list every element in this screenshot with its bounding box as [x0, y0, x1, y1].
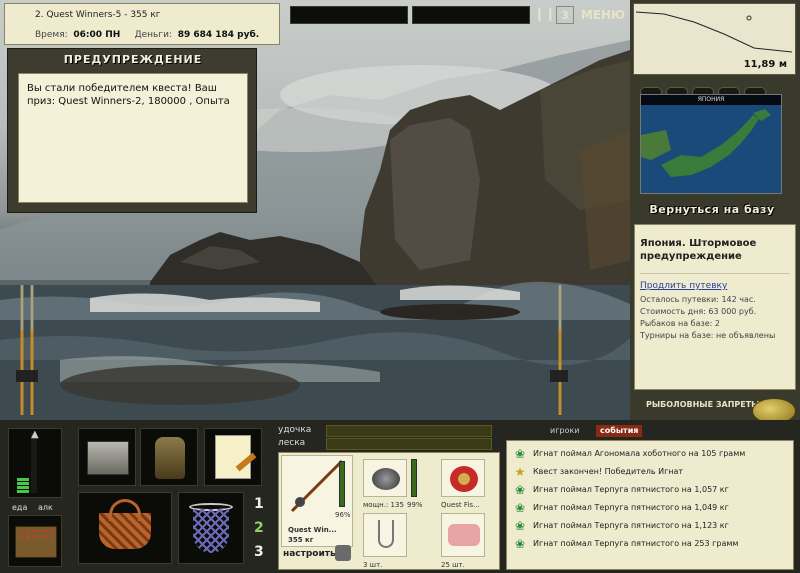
wrench-icon[interactable] — [335, 545, 351, 561]
bait-count: 25 шт. — [441, 561, 465, 569]
depth-value: 11,89 м — [743, 59, 787, 70]
tournaments-status: Турниры на базе: не объявлены — [640, 331, 776, 340]
map-header: ЯПОНИЯ — [641, 95, 781, 105]
list-item: ❀ Игнат поймал Агономала хоботного на 10… — [513, 445, 793, 463]
event-text: Игнат поймал Терпуга пятнистого на 1,049… — [533, 503, 729, 512]
reel-power: мощн.: 135 — [363, 501, 404, 509]
tackle-box-icon[interactable] — [78, 428, 136, 486]
events-tabs: игроки события — [506, 425, 646, 437]
bait-icon — [448, 524, 480, 546]
divider — [640, 273, 790, 274]
reel-icon — [372, 468, 400, 490]
energy-track — [31, 433, 37, 493]
game-screen: { "header": { "quest_line": "2. Quest Wi… — [0, 0, 800, 573]
warning-dialog: ПРЕДУПРЕЖДЕНИЕ Вы стали победителем квес… — [7, 48, 257, 213]
reel-percent: 99% — [407, 501, 423, 509]
rod-label: удочка — [278, 425, 312, 435]
rod-wear-bar — [339, 461, 345, 507]
tab-players[interactable]: игроки — [546, 425, 583, 437]
status-info-box: 2. Quest Winners-5 - 355 кг Время: 06:00… — [4, 3, 280, 45]
butterfly-icon: ❀ — [514, 519, 526, 533]
line-name: Quest Fis... — [441, 501, 480, 509]
rod-slot-3[interactable]: 3 — [254, 544, 264, 560]
alcohol-label[interactable]: алк — [38, 503, 53, 512]
list-item: ❀ Игнат поймал Терпуга пятнистого на 1,0… — [513, 481, 793, 499]
butterfly-icon: ❀ — [514, 447, 526, 461]
top-slot-1 — [290, 6, 408, 24]
event-text: Игнат поймал Терпуга пятнистого на 1,123… — [533, 521, 729, 530]
star-icon: ★ — [514, 465, 526, 479]
depth-gauge: 11,89 м — [633, 3, 796, 75]
rod-name: Quest Win... — [288, 526, 337, 534]
anglers-count: Рыбаков на базе: 2 — [640, 319, 720, 328]
top-slot-2 — [412, 6, 530, 24]
location-map[interactable]: ЯПОНИЯ — [640, 94, 782, 194]
line-label: леска — [278, 438, 306, 448]
rod-slot-1[interactable]: 1 — [254, 496, 264, 512]
arrow-up-icon: ▲ — [31, 429, 39, 440]
location-info: Япония. Штормовое предупреждение Продлит… — [634, 224, 796, 390]
event-text: Игнат поймал Терпуга пятнистого на 253 г… — [533, 539, 739, 548]
day-cost: Стоимость дня: 63 000 руб. — [640, 307, 757, 316]
notepad-icon[interactable] — [204, 428, 262, 486]
basket-icon[interactable] — [78, 492, 172, 564]
location-name: Япония. Штормовое предупреждение — [640, 238, 757, 262]
event-text: Игнат поймал Агономала хоботного на 105 … — [533, 449, 746, 458]
reel-wear-bar — [411, 459, 417, 497]
rod-number-button[interactable]: 3 — [556, 6, 574, 24]
trip-left: Осталось путевки: 142 час. — [640, 295, 756, 304]
list-item: ❀ Игнат поймал Терпуга пятнистого на 1,1… — [513, 517, 793, 535]
events-list: ❀ Игнат поймал Агономала хоботного на 10… — [506, 440, 794, 570]
hook-count: 3 шт. — [363, 561, 383, 569]
butterfly-icon: ❀ — [514, 483, 526, 497]
money-value: 89 684 184 руб. — [177, 30, 260, 40]
butterfly-icon: ❀ — [514, 501, 526, 515]
extend-trip-link[interactable]: Продлить путевку — [640, 281, 727, 291]
event-text: Квест закончен! Победитель Игнат — [533, 467, 684, 476]
setup-button[interactable]: настроить — [283, 549, 336, 559]
line-tension-bar — [326, 438, 492, 450]
top-bar: ❙❙ 3 МЕНЮ — [290, 4, 628, 26]
energy-level — [17, 477, 29, 493]
hook-icon — [378, 520, 394, 548]
backpack-icon[interactable] — [140, 428, 198, 486]
food-box-icon[interactable] — [8, 515, 62, 567]
tab-events[interactable]: события — [596, 425, 643, 437]
rod-weight: 355 кг — [288, 536, 314, 544]
rod-tension-row: удочка — [278, 425, 492, 437]
line-spool-icon — [450, 466, 478, 492]
return-to-base-button[interactable]: Вернуться на базу — [636, 200, 788, 220]
butterfly-icon: ❀ — [514, 537, 526, 551]
line-slot[interactable] — [441, 459, 485, 497]
list-item: ❀ Игнат поймал Терпуга пятнистого на 253… — [513, 535, 793, 553]
rod-tension-bar — [326, 425, 492, 437]
warning-message: Вы стали победителем квеста! Ваш приз: Q… — [18, 73, 248, 203]
hook-slot[interactable] — [363, 513, 407, 557]
fishing-bans-button[interactable]: РЫБОЛОВНЫЕ ЗАПРЕТЫ — [646, 400, 759, 409]
rod-slot-2[interactable]: 2 — [254, 520, 264, 536]
time-value: 06:00 ПН — [73, 30, 121, 40]
warning-title: ПРЕДУПРЕЖДЕНИЕ — [63, 53, 203, 66]
menu-button[interactable]: МЕНЮ — [578, 6, 628, 24]
keepnet-icon[interactable] — [178, 492, 244, 564]
rod-percent: 96% — [335, 511, 351, 519]
list-item: ❀ Игнат поймал Терпуга пятнистого на 1,0… — [513, 499, 793, 517]
money-label: Деньги: — [134, 30, 172, 40]
list-item: ★ Квест закончен! Победитель Игнат — [513, 463, 793, 481]
tackle-panel: Quest Win... 355 кг 96% мощн.: 135 99% Q… — [278, 452, 500, 570]
quest-line: 2. Quest Winners-5 - 355 кг — [35, 10, 161, 20]
event-text: Игнат поймал Терпуга пятнистого на 1,057… — [533, 485, 729, 494]
time-label: Время: — [35, 30, 68, 40]
japan-map-icon — [641, 105, 781, 193]
bait-slot[interactable] — [441, 513, 485, 557]
time-money-line: Время: 06:00 ПН Деньги: 89 684 184 руб. — [35, 30, 259, 40]
energy-meter: ▲ — [8, 428, 62, 498]
reel-slot[interactable] — [363, 459, 407, 497]
pause-icon[interactable]: ❙❙ — [534, 6, 556, 24]
food-label[interactable]: еда — [12, 503, 27, 512]
line-tension-row: леска — [278, 438, 492, 450]
